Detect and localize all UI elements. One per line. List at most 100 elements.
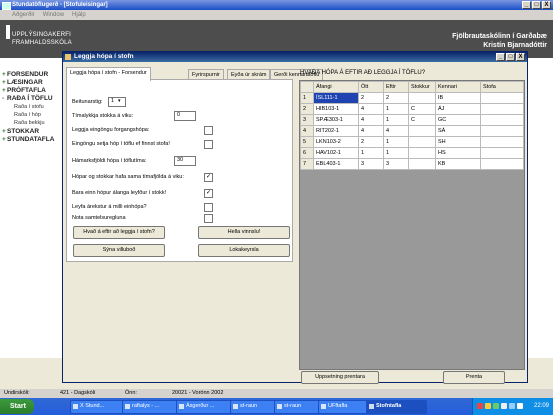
clock[interactable]: 22:09: [534, 403, 549, 409]
table-cell[interactable]: 2: [358, 92, 384, 104]
printer-setup-button[interactable]: Uppsetning prentara: [301, 371, 379, 384]
table-cell[interactable]: RIT202-1: [313, 125, 359, 137]
table-row[interactable]: 6 HAV102-1 1 1 HS: [300, 147, 524, 159]
close-report-button[interactable]: Lokakeyrsla: [198, 244, 290, 257]
block-input[interactable]: 0: [174, 111, 196, 121]
table-cell[interactable]: [480, 103, 524, 115]
table-cell[interactable]: [480, 125, 524, 137]
dialog-minimize-button[interactable]: _: [496, 53, 505, 61]
nav-subitem-bekkju[interactable]: Raða bekkju: [14, 120, 45, 126]
chevron-down-icon[interactable]: ▾: [118, 97, 123, 105]
nav-item-stundatafla[interactable]: +STUNDATAFLA: [2, 136, 54, 143]
table-cell[interactable]: 4: [358, 103, 384, 115]
table-cell[interactable]: GC: [435, 114, 481, 126]
table-cell[interactable]: EBL403-1: [313, 158, 359, 170]
table-cell[interactable]: [480, 136, 524, 148]
table-cell[interactable]: IB: [435, 92, 481, 104]
table-cell[interactable]: [408, 125, 436, 137]
table-row[interactable]: 1 ÍSL111-1 2 2 IB: [300, 92, 524, 104]
close-button[interactable]: X: [542, 1, 551, 9]
column-header[interactable]: Ött: [358, 81, 384, 93]
group-rule-checkbox[interactable]: [204, 214, 213, 223]
allow-collision-checkbox[interactable]: [204, 203, 213, 212]
table-cell[interactable]: 4: [358, 125, 384, 137]
table-cell[interactable]: 3: [383, 158, 409, 170]
nav-item-proftafla[interactable]: +PRÓFTAFLA: [2, 87, 46, 94]
empty-only-checkbox[interactable]: [204, 140, 213, 149]
tray-icon[interactable]: [509, 403, 515, 409]
table-cell[interactable]: [408, 136, 436, 148]
max-groups-input[interactable]: 30: [174, 156, 196, 166]
tray-icon[interactable]: [477, 403, 483, 409]
tray-icon[interactable]: [501, 403, 507, 409]
table-cell[interactable]: HAV102-1: [313, 147, 359, 159]
table-cell[interactable]: 1: [383, 114, 409, 126]
table-cell[interactable]: [408, 158, 436, 170]
table-row[interactable]: 5 LKN103-2 2 1 SH: [300, 136, 524, 148]
start-button[interactable]: Start: [0, 399, 34, 414]
same-slot-checkbox[interactable]: ✓: [204, 173, 213, 182]
priority-checkbox[interactable]: [204, 126, 213, 135]
nav-item-rada-i-toflu[interactable]: - RAÐA Í TÖFLU: [2, 95, 53, 102]
column-header[interactable]: Stofa: [480, 81, 524, 93]
column-header[interactable]: Eftir: [383, 81, 409, 93]
dialog-maximize-button[interactable]: □: [506, 53, 515, 61]
table-cell[interactable]: [408, 92, 436, 104]
speaker-icon[interactable]: [517, 403, 523, 409]
table-cell[interactable]: [408, 147, 436, 159]
table-row[interactable]: 2 HIB103-1 4 1 C ÁJ: [300, 103, 524, 115]
tab-forsendur[interactable]: Leggja hópa í stofn - Forsendur: [66, 67, 151, 81]
table-cell[interactable]: HS: [435, 147, 481, 159]
empty-container-button[interactable]: Hella vinnslu!: [198, 226, 290, 239]
maximize-button[interactable]: □: [532, 1, 541, 9]
table-cell[interactable]: 1: [383, 103, 409, 115]
table-cell[interactable]: HIB103-1: [313, 103, 359, 115]
column-header[interactable]: Áfangi: [313, 81, 359, 93]
table-cell[interactable]: SÁ: [435, 125, 481, 137]
table-cell[interactable]: 3: [358, 158, 384, 170]
table-cell[interactable]: 4: [358, 114, 384, 126]
dialog-close-button[interactable]: X: [516, 53, 525, 61]
table-cell[interactable]: SPÆ303-1: [313, 114, 359, 126]
table-row[interactable]: 4 RIT202-1 4 4 SÁ: [300, 125, 524, 137]
table-cell[interactable]: LKN103-2: [313, 136, 359, 148]
table-cell[interactable]: 1: [358, 147, 384, 159]
menu-help[interactable]: Hjálp: [72, 10, 86, 20]
nav-item-forsendur[interactable]: +FORSENDUR: [2, 71, 48, 78]
table-cell[interactable]: 4: [383, 125, 409, 137]
menu-actions[interactable]: Aðgerðir: [12, 10, 35, 20]
table-cell[interactable]: ÍSL111-1: [313, 92, 359, 104]
print-button[interactable]: Prenta: [443, 371, 505, 384]
tray-icon[interactable]: [493, 403, 499, 409]
table-cell[interactable]: [480, 158, 524, 170]
taskbar-item-active[interactable]: Stofntafla: [366, 400, 427, 414]
table-cell[interactable]: KB: [435, 158, 481, 170]
column-header[interactable]: Kennari: [435, 81, 481, 93]
show-results-button[interactable]: Sýna villuboð: [73, 244, 165, 257]
table-row[interactable]: 7 EBL403-1 3 3 KB: [300, 158, 524, 170]
table-row[interactable]: 3 SPÆ303-1 4 1 C GC: [300, 114, 524, 126]
nav-item-stokkar[interactable]: +STOKKAR: [2, 128, 39, 135]
column-header[interactable]: Stokkur: [408, 81, 436, 93]
one-group-checkbox[interactable]: ✓: [204, 189, 213, 198]
table-cell[interactable]: 2: [383, 92, 409, 104]
what-to-place-button[interactable]: Hvað á eftir að leggja í stofn?: [73, 226, 165, 239]
table-cell[interactable]: [480, 92, 524, 104]
table-cell[interactable]: SH: [435, 136, 481, 148]
table-cell[interactable]: 1: [383, 147, 409, 159]
nav-subitem-hop[interactable]: Raða í hóp: [14, 112, 41, 118]
table-cell[interactable]: 1: [383, 136, 409, 148]
table-cell[interactable]: 2: [358, 136, 384, 148]
row-number: 2: [300, 103, 314, 115]
table-cell[interactable]: [480, 114, 524, 126]
table-cell[interactable]: C: [408, 114, 436, 126]
nav-subitem-stofu[interactable]: Raða í stofu: [14, 104, 44, 110]
minimize-button[interactable]: _: [522, 1, 531, 9]
menu-window[interactable]: Window: [43, 10, 64, 20]
tray-icon[interactable]: [485, 403, 491, 409]
table-cell[interactable]: [480, 147, 524, 159]
table-cell[interactable]: C: [408, 103, 436, 115]
table-cell[interactable]: ÁJ: [435, 103, 481, 115]
nav-item-laesingar[interactable]: +LÆSINGAR: [2, 79, 43, 86]
level-select[interactable]: 1: [108, 97, 126, 107]
